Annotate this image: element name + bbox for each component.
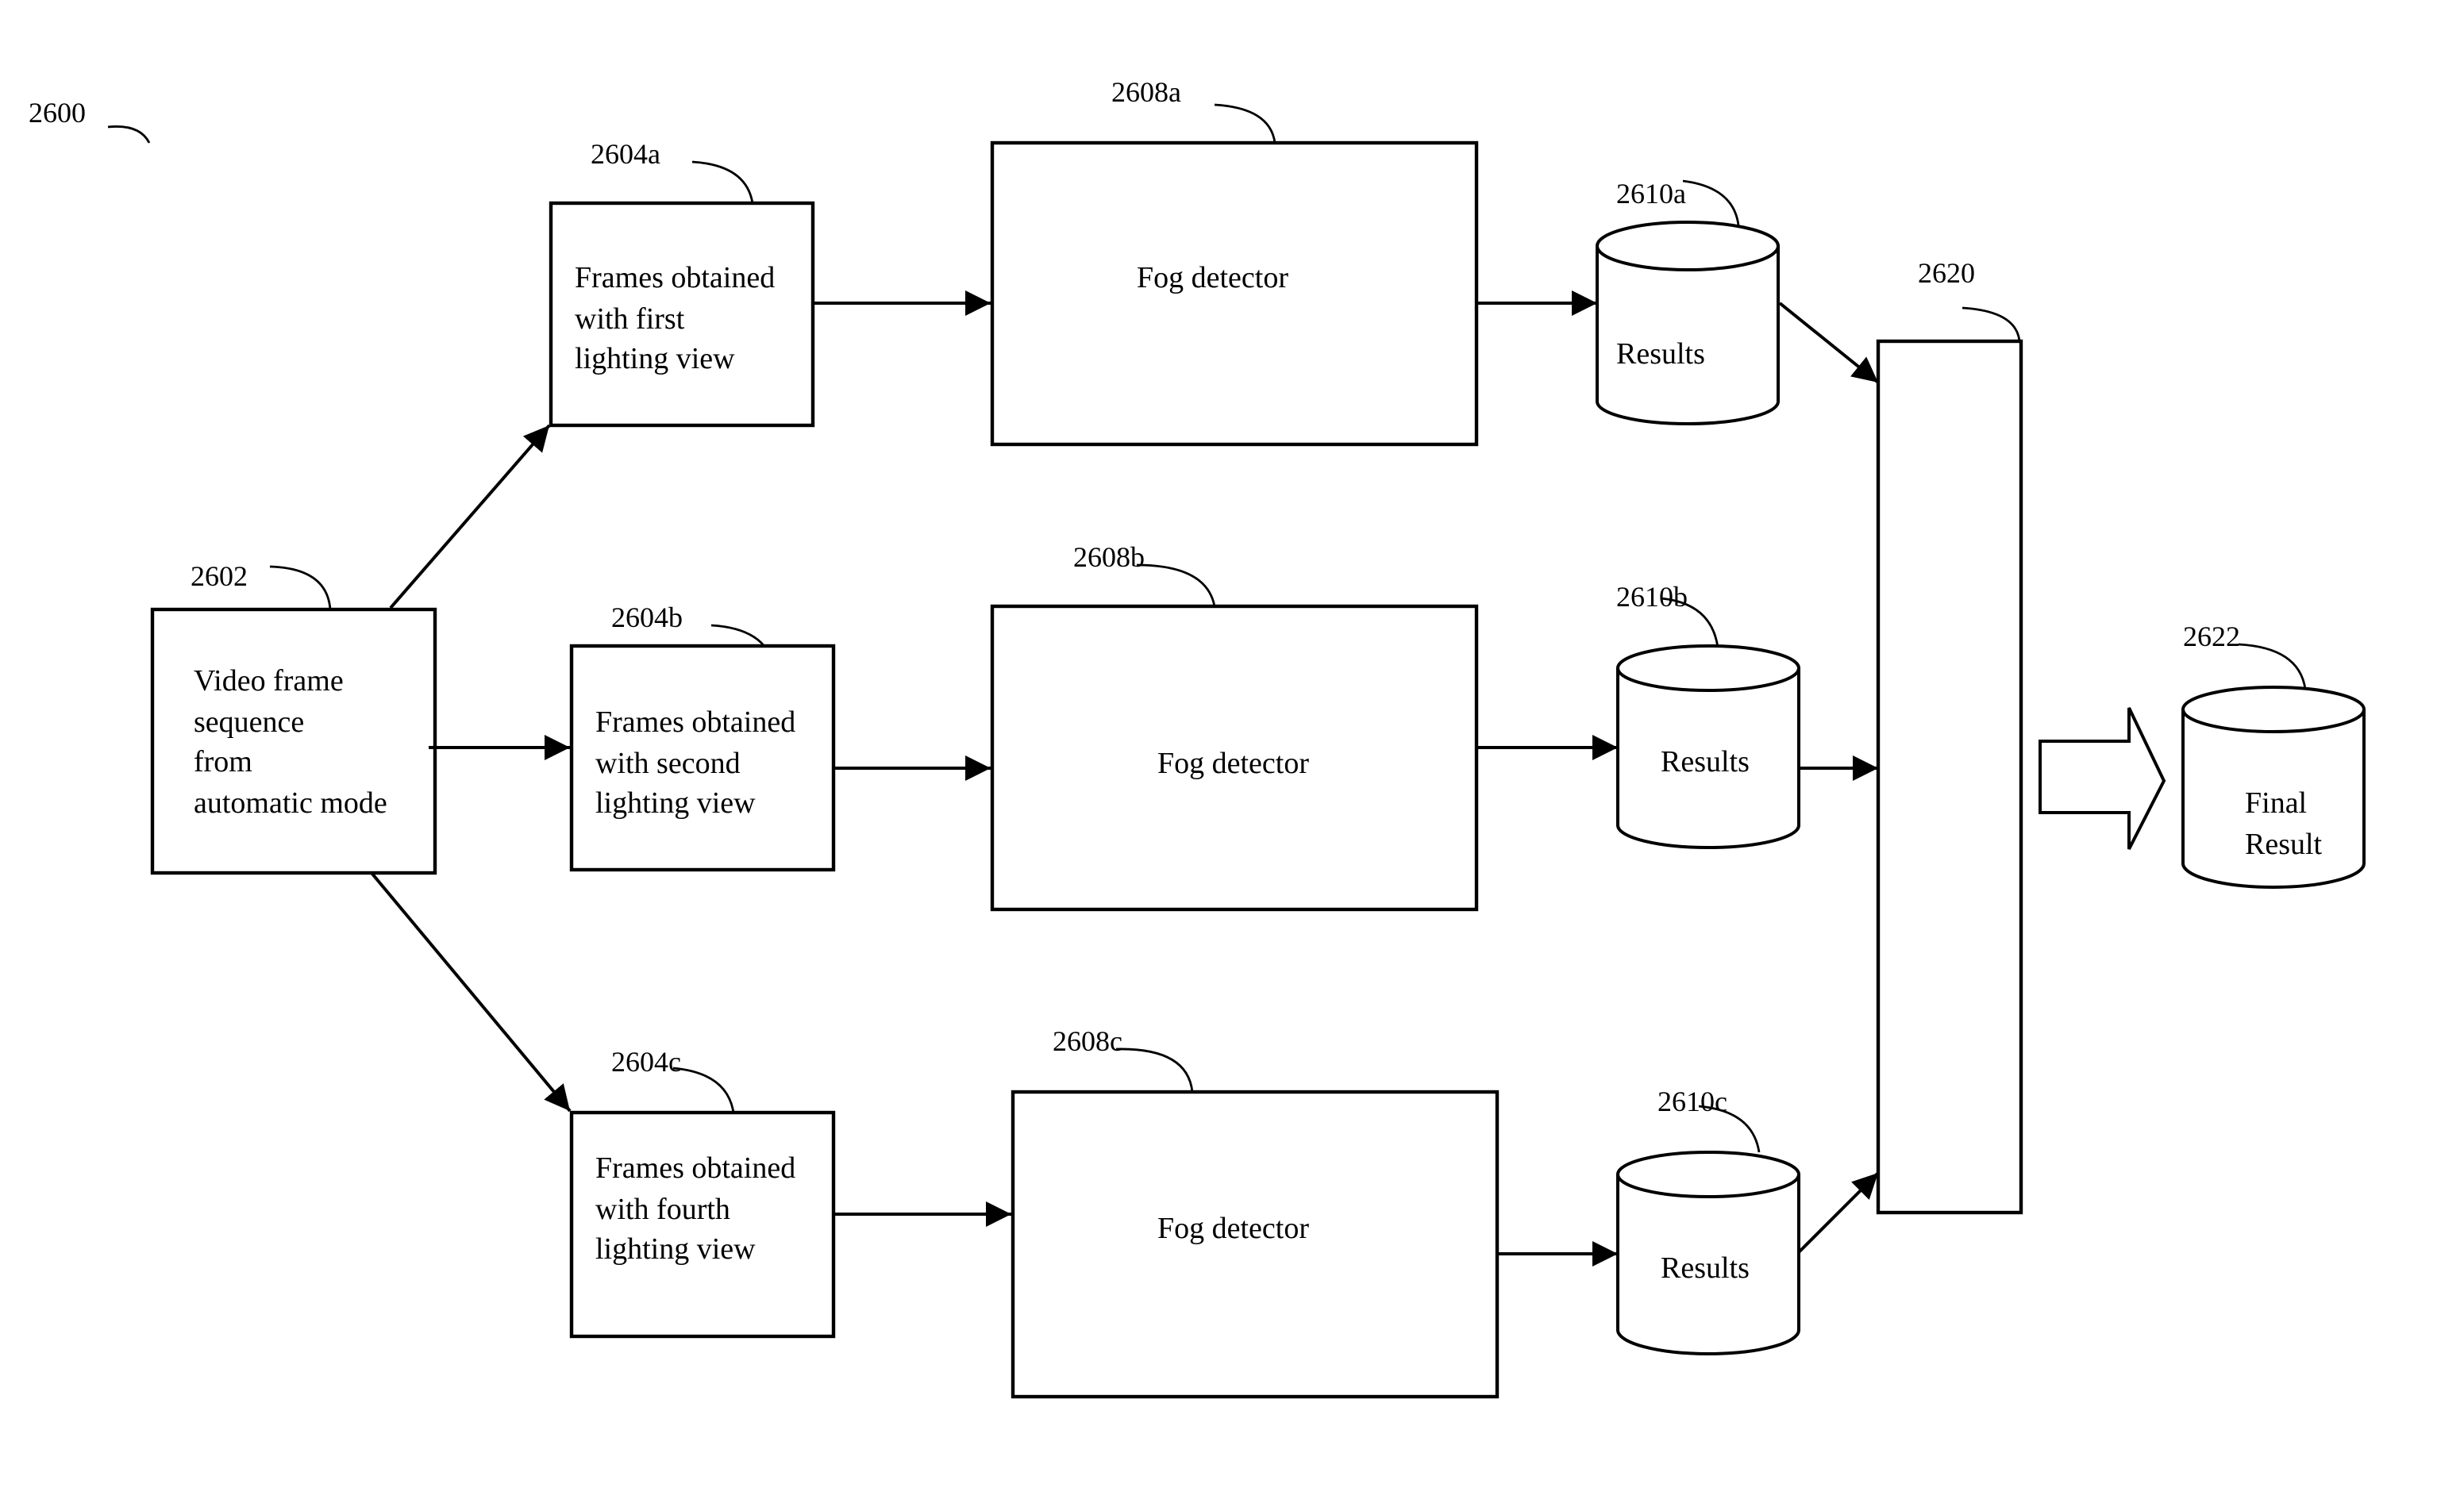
frames-a-line-1: Frames obtained [575, 261, 775, 294]
final-line-1: Final [2245, 786, 2307, 820]
results-a-ref-label: 2610a [1616, 178, 1686, 209]
fog-c-ref-leader [1115, 1047, 1194, 1093]
block-arrow-to-final-result [2039, 707, 2166, 850]
results-b-label: Results [1661, 745, 1750, 778]
fog-a-ref-label: 2608a [1111, 76, 1181, 108]
frames-a-ref-leader [691, 160, 754, 204]
fog-c-ref-label: 2608c [1053, 1025, 1122, 1057]
frames-b-line-2: with second [595, 747, 741, 780]
figure-reference-leader [107, 125, 151, 144]
frames-c-line-1: Frames obtained [595, 1151, 795, 1185]
frames-c-line-2: with fourth [595, 1193, 730, 1226]
source-line-1: Video frame [194, 664, 344, 698]
source-line-4: automatic mode [194, 786, 387, 820]
frames-c-line-3: lighting view [595, 1232, 756, 1266]
arrow-source-to-frames-c [370, 871, 572, 1113]
combiner-ref-leader [1962, 306, 2021, 342]
frames-a-ref-label: 2604a [591, 138, 660, 170]
results-b-ref-label: 2610b [1616, 581, 1688, 613]
figure-reference-label: 2600 [29, 97, 86, 129]
frames-a-line-3: lighting view [575, 342, 735, 375]
combiner-box [1876, 339, 2023, 1215]
results-c-label: Results [1661, 1251, 1750, 1285]
combiner-ref-label: 2620 [1918, 257, 1975, 289]
fog-detector-b-label: Fog detector [1157, 747, 1309, 780]
frames-b-ref-label: 2604b [611, 602, 683, 633]
frames-c-ref-label: 2604c [611, 1046, 681, 1078]
results-c-ref-label: 2610c [1657, 1086, 1727, 1117]
arrow-results-c-to-combiner [1797, 1171, 1880, 1254]
source-line-2: sequence [194, 705, 304, 739]
results-a-cylinder [1596, 221, 1780, 425]
fog-b-ref-label: 2608b [1073, 541, 1145, 573]
frames-b-line-3: lighting view [595, 786, 756, 820]
source-line-3: from [194, 745, 252, 778]
fog-detection-diagram: 2600 2602 Video frame sequence from auto… [29, 76, 2366, 1399]
video-frame-source-box [150, 607, 437, 875]
fog-detector-c-label: Fog detector [1157, 1212, 1309, 1245]
arrow-source-to-frames-a [389, 424, 551, 609]
fog-detector-a-label: Fog detector [1137, 261, 1288, 294]
results-a-label: Results [1616, 337, 1705, 371]
fog-b-ref-leader [1136, 563, 1216, 607]
arrow-results-a-to-combiner [1778, 302, 1880, 384]
source-ref-leader [269, 565, 332, 610]
final-ref-label: 2622 [2183, 621, 2240, 652]
final-line-2: Result [2245, 828, 2323, 861]
frames-a-line-2: with first [575, 302, 685, 336]
final-ref-leader [2238, 643, 2307, 690]
fog-a-ref-leader [1214, 103, 1276, 144]
frames-c-ref-leader [672, 1067, 735, 1113]
results-a-ref-leader [1682, 179, 1740, 226]
frames-b-line-1: Frames obtained [595, 705, 795, 739]
source-ref-label: 2602 [191, 560, 248, 592]
